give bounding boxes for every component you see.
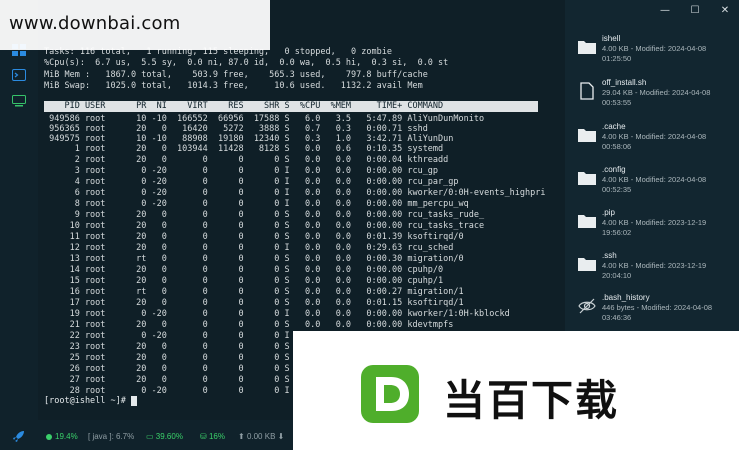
file-meta: 4.00 KB - Modified: 2024-04-08 00:52:35 <box>602 175 707 194</box>
file-name: .pip <box>602 208 615 217</box>
net-status: ⬆ 0.00 KB ⬇ <box>238 432 285 441</box>
shell-prompt[interactable]: [root@ishell ~]# <box>44 396 137 406</box>
disk-status: ⛁ 16% <box>200 432 225 441</box>
file-meta: 4.00 KB - Modified: 2023-12-19 19:56:02 <box>602 218 707 237</box>
file-name: .ssh <box>602 251 617 260</box>
folder-icon <box>577 212 597 230</box>
file-meta: 29.04 KB - Modified: 2024-04-08 00:53:55 <box>602 88 711 107</box>
file-name: .config <box>602 165 626 174</box>
process-row: 14 root 20 0 0 0 0 S 0.0 0.0 0:00.00 cpu… <box>44 265 444 275</box>
process-row: 3 root 0 -20 0 0 0 I 0.0 0.0 0:00.00 rcu… <box>44 166 439 176</box>
file-name: .cache <box>602 122 626 131</box>
folder-icon <box>577 255 597 273</box>
monitor-icon[interactable] <box>12 95 26 107</box>
downbai-logo-icon <box>361 365 419 423</box>
process-row: 19 root 0 -20 0 0 0 I 0.0 0.0 0:00.00 kw… <box>44 309 510 319</box>
process-row: 12 root 20 0 0 0 0 I 0.0 0.0 0:29.63 rcu… <box>44 243 454 253</box>
upload-icon: ⬆ <box>238 432 245 441</box>
watermark-brand: 当百下载 <box>443 376 620 425</box>
summary-cpu: %Cpu(s): 6.7 us, 5.5 sy, 0.0 ni, 87.0 id… <box>44 58 449 68</box>
process-row: 956365 root 20 0 16420 5272 3888 S 0.7 0… <box>44 124 428 134</box>
process-row: 13 root rt 0 0 0 0 S 0.0 0.0 0:00.30 mig… <box>44 254 464 264</box>
java-status: [ java ]: 6.7% <box>88 432 135 441</box>
file-item[interactable]: .pip 4.00 KB - Modified: 2023-12-19 19:5… <box>577 208 737 248</box>
process-row: 17 root 20 0 0 0 0 S 0.0 0.0 0:01.15 kso… <box>44 298 464 308</box>
cpu-status: 19.4% <box>46 432 78 441</box>
cpu-dot-icon <box>46 433 52 440</box>
watermark-logo-block: 当百下载 <box>293 331 739 450</box>
file-meta: 4.00 KB - Modified: 2023-12-19 20:04:10 <box>602 261 707 280</box>
process-row: 28 root 0 -20 0 0 0 I <box>44 386 290 396</box>
process-row: 949575 root 10 -10 88908 19180 12340 S 0… <box>44 134 454 144</box>
process-row: 27 root 20 0 0 0 0 S <box>44 375 290 385</box>
download-icon: ⬇ <box>277 432 285 441</box>
file-item[interactable]: ishell 4.00 KB - Modified: 2024-04-08 01… <box>577 34 737 74</box>
minimize-icon[interactable]: — <box>659 5 671 17</box>
folder-icon <box>577 126 597 144</box>
process-row: 25 root 20 0 0 0 0 S <box>44 353 290 363</box>
file-item[interactable]: .config 4.00 KB - Modified: 2024-04-08 0… <box>577 165 737 205</box>
process-row: 22 root 0 -20 0 0 0 I <box>44 331 290 341</box>
process-row: 4 root 0 -20 0 0 0 I 0.0 0.0 0:00.00 rcu… <box>44 177 459 187</box>
window-controls: — ☐ ✕ <box>659 5 731 17</box>
file-item[interactable]: .bash_history 446 bytes - Modified: 2024… <box>577 293 737 333</box>
cursor <box>131 396 137 406</box>
prompt-text: [root@ishell ~]# <box>44 396 131 406</box>
disk-icon: ⛁ <box>200 432 207 441</box>
file-name: off_install.sh <box>602 78 647 87</box>
mem-status: ▭ 39.60% <box>146 432 183 441</box>
process-row: 11 root 20 0 0 0 0 S 0.0 0.0 0:01.39 kso… <box>44 232 464 242</box>
file-item[interactable]: .cache 4.00 KB - Modified: 2024-04-08 00… <box>577 122 737 162</box>
memory-icon: ▭ <box>146 432 154 441</box>
terminal-icon[interactable] <box>12 69 26 81</box>
process-row: 16 root rt 0 0 0 0 S 0.0 0.0 0:00.27 mig… <box>44 287 464 297</box>
close-icon[interactable]: ✕ <box>719 5 731 17</box>
process-row: 1 root 20 0 103944 11428 8128 S 0.0 0.6 … <box>44 144 444 154</box>
hidden-eye-icon <box>577 297 597 315</box>
file-panel: — ☐ ✕ ishell 4.00 KB - Modified: 2024-04… <box>565 0 739 331</box>
status-bar: 19.4% [ java ]: 6.7% ▭ 39.60% ⛁ 16% ⬆ 0.… <box>38 420 293 450</box>
file-item[interactable]: .ssh 4.00 KB - Modified: 2023-12-19 20:0… <box>577 251 737 291</box>
file-item[interactable]: off_install.sh 29.04 KB - Modified: 2024… <box>577 78 737 118</box>
maximize-icon[interactable]: ☐ <box>689 5 701 17</box>
process-row: 9 root 20 0 0 0 0 S 0.0 0.0 0:00.00 rcu_… <box>44 210 485 220</box>
process-row: 8 root 0 -20 0 0 0 I 0.0 0.0 0:00.00 mm_… <box>44 199 469 209</box>
process-table-header: PID USER PR NI VIRT RES SHR S %CPU %MEM … <box>44 101 538 112</box>
folder-icon <box>577 169 597 187</box>
process-row: 23 root 20 0 0 0 0 S <box>44 342 290 352</box>
rocket-icon[interactable] <box>12 428 26 442</box>
folder-icon <box>577 38 597 56</box>
summary-mem: MiB Mem : 1867.0 total, 503.9 free, 565.… <box>44 70 428 80</box>
file-meta: 446 bytes - Modified: 2024-04-08 03:46:3… <box>602 303 713 322</box>
process-row: 10 root 20 0 0 0 0 S 0.0 0.0 0:00.00 rcu… <box>44 221 485 231</box>
activity-bar <box>0 0 38 450</box>
process-row: 15 root 20 0 0 0 0 S 0.0 0.0 0:00.00 cpu… <box>44 276 444 286</box>
process-row: 6 root 0 -20 0 0 0 I 0.0 0.0 0:00.00 kwo… <box>44 188 546 198</box>
file-name: ishell <box>602 34 621 43</box>
process-row: 949586 root 10 -10 166552 66956 17588 S … <box>44 114 485 124</box>
file-icon <box>577 82 597 100</box>
watermark-banner: www.downbai.com <box>0 0 270 50</box>
process-row: 26 root 20 0 0 0 0 S <box>44 364 290 374</box>
process-row: 2 root 20 0 0 0 0 S 0.0 0.0 0:00.04 kthr… <box>44 155 449 165</box>
process-row: 21 root 20 0 0 0 0 S 0.0 0.0 0:00.00 kde… <box>44 320 454 330</box>
summary-swap: MiB Swap: 1025.0 total, 1014.3 free, 10.… <box>44 81 423 91</box>
watermark-url: www.downbai.com <box>9 13 181 34</box>
file-name: .bash_history <box>602 293 650 302</box>
file-meta: 4.00 KB - Modified: 2024-04-08 01:25:50 <box>602 44 707 63</box>
file-meta: 4.00 KB - Modified: 2024-04-08 00:58:06 <box>602 132 707 151</box>
